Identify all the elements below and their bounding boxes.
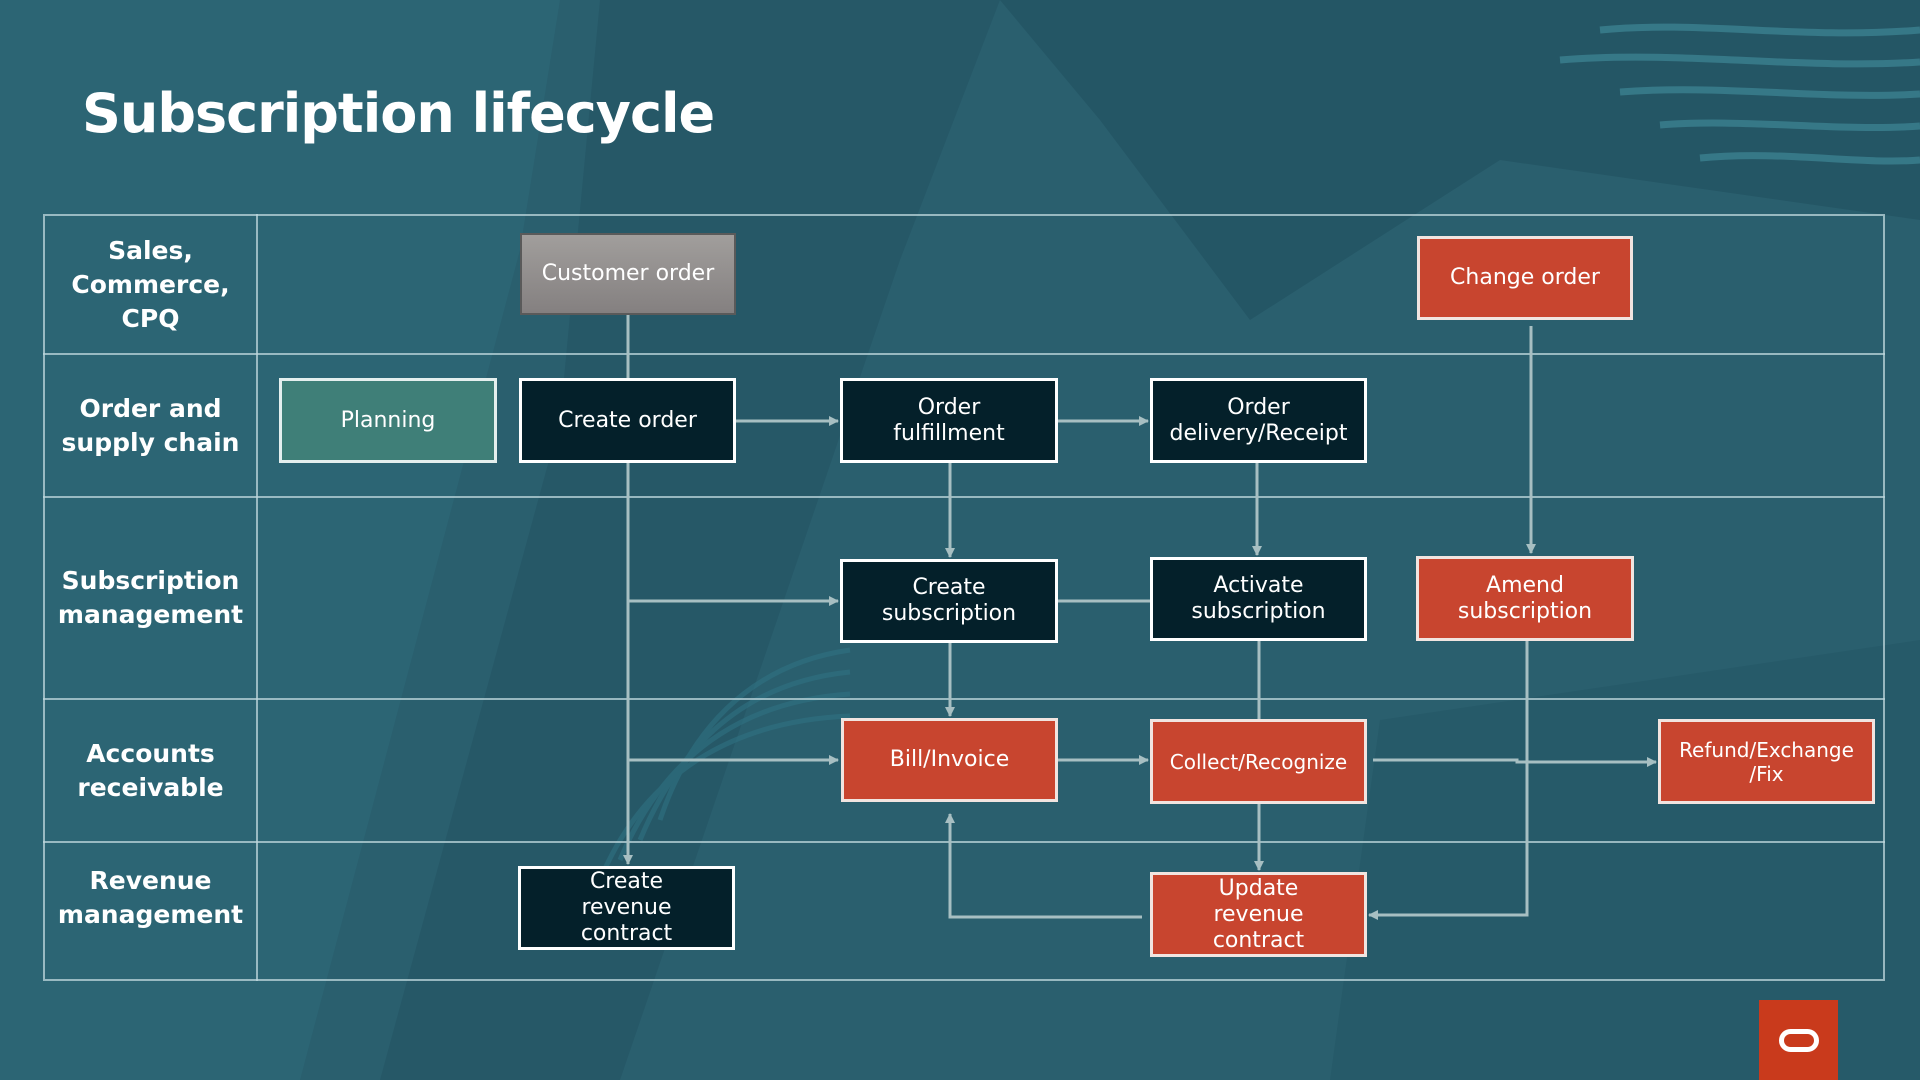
- lane-label-divider: [256, 214, 258, 981]
- node-label: Planning: [340, 407, 436, 433]
- node-label: Order fulfillment: [893, 394, 1005, 446]
- lane-divider: [43, 353, 1885, 355]
- node-label: Order delivery/Receipt: [1169, 394, 1348, 446]
- node-label: Activate subscription: [1191, 573, 1326, 624]
- node-planning[interactable]: Planning: [279, 378, 497, 463]
- node-create-revenue-contract[interactable]: Create revenue contract: [518, 866, 735, 950]
- node-collect-recognize[interactable]: Collect/Recognize: [1150, 719, 1367, 804]
- node-label: Amend subscription: [1457, 572, 1593, 624]
- node-amend-subscription[interactable]: Amend subscription: [1416, 556, 1634, 641]
- node-activate-subscription[interactable]: Activate subscription: [1150, 557, 1367, 641]
- lane-label-subscription: Subscription management: [57, 566, 244, 629]
- node-change-order[interactable]: Change order: [1417, 236, 1633, 320]
- node-customer-order[interactable]: Customer order: [520, 233, 736, 315]
- node-label: Refund/Exchange /Fix: [1679, 737, 1854, 786]
- node-order-fulfillment[interactable]: Order fulfillment: [840, 378, 1058, 463]
- lane-label-sales: Sales, Commerce, CPQ: [71, 235, 230, 333]
- node-label: Update revenue contract: [1212, 875, 1305, 953]
- node-refund-exchange[interactable]: Refund/Exchange /Fix: [1658, 719, 1875, 804]
- oracle-logo-icon: [1778, 1028, 1819, 1052]
- node-create-order[interactable]: Create order: [519, 378, 736, 463]
- node-label: Change order: [1450, 265, 1600, 290]
- page-title: Subscription lifecycle: [82, 82, 715, 145]
- node-label: Create revenue contract: [580, 869, 673, 946]
- node-bill-invoice[interactable]: Bill/Invoice: [841, 718, 1058, 802]
- node-create-subscription[interactable]: Create subscription: [840, 559, 1058, 643]
- lane-label-order-supply: Order and supply chain: [61, 393, 240, 457]
- lane-label-accounts-receivable: Accounts receivable: [77, 738, 224, 802]
- node-order-delivery[interactable]: Order delivery/Receipt: [1150, 378, 1367, 463]
- node-label: Create order: [558, 407, 697, 433]
- node-update-revenue-contract[interactable]: Update revenue contract: [1150, 872, 1367, 957]
- lane-label-revenue: Revenue management: [57, 866, 244, 929]
- node-label: Create subscription: [881, 575, 1017, 626]
- node-label: Collect/Recognize: [1169, 749, 1348, 774]
- oracle-logo: [1759, 1000, 1838, 1080]
- lane-divider: [43, 496, 1885, 498]
- lane-divider: [43, 841, 1885, 843]
- node-label: Customer order: [541, 261, 715, 286]
- node-label: Bill/Invoice: [889, 747, 1010, 772]
- lane-divider: [43, 698, 1885, 700]
